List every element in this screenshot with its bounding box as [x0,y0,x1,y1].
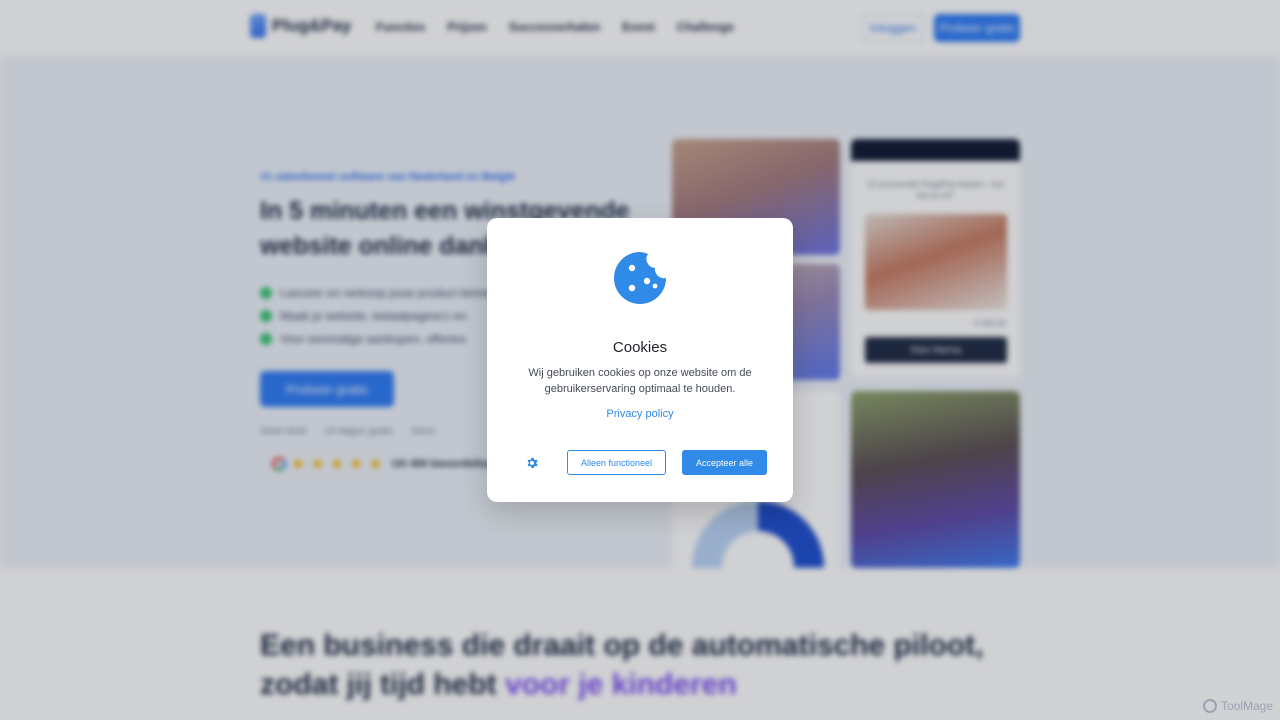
watermark: ToolMage [1203,699,1273,713]
modal-description: Wij gebruiken cookies op onze website om… [528,367,752,395]
accept-all-button[interactable]: Accepteer alle [682,450,767,475]
watermark-text: ToolMage [1221,699,1274,713]
modal-title: Cookies [612,339,668,356]
cookie-icon [614,252,666,304]
watermark-icon [1203,699,1217,713]
functional-only-button[interactable]: Alleen functioneel [567,450,666,475]
gear-icon[interactable] [525,456,539,470]
cookie-consent-modal: Cookies Wij gebruiken cookies op onze we… [487,218,793,502]
privacy-policy-link[interactable]: Privacy policy [487,408,793,420]
